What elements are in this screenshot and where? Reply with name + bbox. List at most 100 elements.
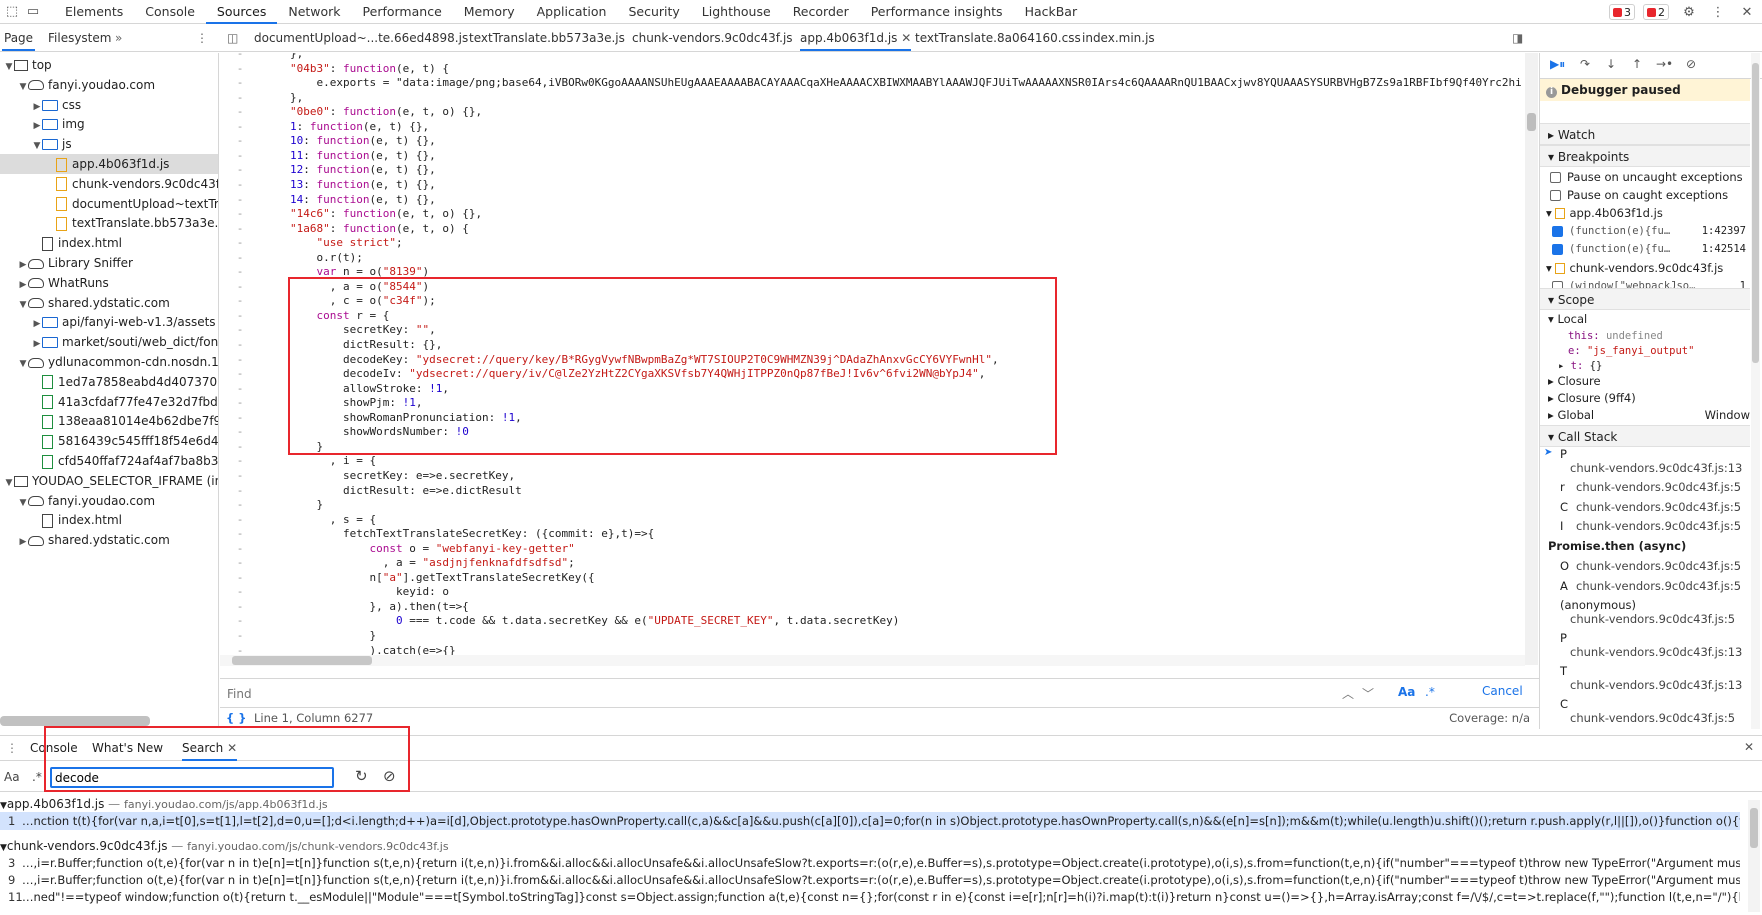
code-line[interactable]: - allowStroke: !1,	[220, 382, 1520, 397]
find-regex-button[interactable]: .*	[1425, 685, 1435, 699]
editor-file-tab[interactable]: textTranslate.8a064160.css	[915, 25, 1081, 51]
code-line[interactable]: - }	[220, 498, 1520, 513]
code-line[interactable]: - secretKey: "",	[220, 323, 1520, 338]
code-line[interactable]: - const r = {	[220, 309, 1520, 324]
line-gutter[interactable]: -	[220, 585, 260, 600]
expanded-arrow-icon[interactable]: ▼	[18, 493, 28, 511]
code-line[interactable]: - var n = o("8139")	[220, 265, 1520, 280]
line-gutter[interactable]: -	[220, 265, 260, 280]
pause-caught-checkbox[interactable]	[1550, 190, 1561, 201]
main-tab-security[interactable]: Security	[617, 0, 690, 24]
refresh-search-icon[interactable]: ↻	[355, 767, 368, 785]
line-gutter[interactable]: -	[220, 236, 260, 251]
line-gutter[interactable]: -	[220, 251, 260, 266]
line-gutter[interactable]: -	[220, 382, 260, 397]
main-tab-network[interactable]: Network	[277, 0, 351, 24]
line-gutter[interactable]: -	[220, 629, 260, 644]
tree-item[interactable]: index.html	[0, 510, 218, 530]
close-tab-icon[interactable]: ✕	[897, 31, 911, 45]
line-gutter[interactable]: -	[220, 53, 260, 62]
editor-file-tab[interactable]: index.min.js	[1082, 25, 1155, 51]
expanded-arrow-icon[interactable]: ▼	[18, 77, 28, 95]
tab-filesystem[interactable]: Filesystem	[48, 25, 111, 51]
line-gutter[interactable]: -	[220, 353, 260, 368]
main-tab-hackbar[interactable]: HackBar	[1014, 0, 1089, 24]
close-drawer-icon[interactable]: ✕	[1744, 740, 1754, 754]
code-line[interactable]: - "0be0": function(e, t, o) {},	[220, 105, 1520, 120]
line-gutter[interactable]: -	[220, 178, 260, 193]
inspect-element-icon[interactable]: ⬚	[3, 3, 21, 21]
collapsed-arrow-icon[interactable]: ▶	[18, 255, 28, 273]
tree-item[interactable]: ▼ ydlunacommon-cdn.nosdn.127.n	[0, 352, 218, 372]
code-line[interactable]: - }	[220, 629, 1520, 644]
code-editor[interactable]: -}, - "04b3": function(e, t) {- e.exports …	[220, 53, 1540, 665]
search-input[interactable]	[50, 767, 334, 788]
frame-location[interactable]: chunk-vendors.9c0dc43f.js:13	[1570, 461, 1742, 475]
find-next-icon[interactable]: ﹀	[1362, 685, 1374, 702]
code-line[interactable]: - , a = o("8544")	[220, 280, 1520, 295]
line-gutter[interactable]: -	[220, 193, 260, 208]
code-line[interactable]: - , i = {	[220, 454, 1520, 469]
code-line[interactable]: - 11: function(e, t) {},	[220, 149, 1520, 164]
toggle-debugger-icon[interactable]: ◨	[1512, 25, 1523, 51]
tree-item[interactable]: ▼ YOUDAO_SELECTOR_IFRAME (inc	[0, 471, 218, 491]
find-input[interactable]	[223, 683, 1373, 704]
line-gutter[interactable]: -	[220, 105, 260, 120]
search-result-line[interactable]: 3 …,i=r.Buffer;function o(t,e){for(var n …	[0, 854, 1740, 872]
editor-horizontal-scrollbar[interactable]	[220, 655, 1525, 666]
code-line[interactable]: -},	[220, 53, 1520, 62]
code-line[interactable]: - , s = {	[220, 513, 1520, 528]
more-options-icon[interactable]: ⋮	[1709, 3, 1727, 21]
expanded-arrow-icon[interactable]: ▼	[4, 57, 14, 75]
main-tab-application[interactable]: Application	[526, 0, 618, 24]
code-line[interactable]: - 13: function(e, t) {},	[220, 178, 1520, 193]
code-line[interactable]: - keyid: o	[220, 585, 1520, 600]
line-gutter[interactable]: -	[220, 120, 260, 135]
line-gutter[interactable]: -	[220, 440, 260, 455]
line-gutter[interactable]: -	[220, 338, 260, 353]
line-gutter[interactable]: -	[220, 469, 260, 484]
line-gutter[interactable]: -	[220, 323, 260, 338]
code-line[interactable]: - }	[220, 440, 1520, 455]
code-line[interactable]: - 10: function(e, t) {},	[220, 134, 1520, 149]
tree-item[interactable]: ▼ top	[0, 55, 218, 75]
tree-item[interactable]: 5816439c545fff18f54e6d4e61c	[0, 431, 218, 451]
search-regex-button[interactable]: .*	[32, 770, 42, 784]
tree-item[interactable]: 138eaa81014e4b62dbe7f9dae	[0, 411, 218, 431]
find-match-case-button[interactable]: Aa	[1398, 685, 1415, 699]
frame-location[interactable]: chunk-vendors.9c0dc43f.js:5	[1576, 480, 1741, 494]
pause-uncaught-option[interactable]: Pause on uncaught exceptions	[1540, 168, 1750, 186]
pause-caught-option[interactable]: Pause on caught exceptions	[1540, 186, 1750, 204]
line-gutter[interactable]: -	[220, 62, 260, 77]
tree-item[interactable]: ▶ WhatRuns	[0, 273, 218, 293]
collapsed-arrow-icon[interactable]: ▶	[32, 97, 42, 115]
main-tab-sources[interactable]: Sources	[205, 0, 278, 24]
tree-item[interactable]: 1ed7a7858eabd4d407370a83c	[0, 372, 218, 392]
search-results-scrollbar[interactable]	[1748, 800, 1760, 912]
editor-file-tab[interactable]: documentUpload~...te.66ed4898.js	[254, 25, 468, 51]
tree-item[interactable]: ▶ shared.ydstatic.com	[0, 530, 218, 550]
code-line[interactable]: - , c = o("c34f");	[220, 294, 1520, 309]
drawer-tab-search[interactable]: Search ✕	[182, 736, 238, 761]
close-search-tab-icon[interactable]: ✕	[227, 741, 237, 755]
breakpoint-file[interactable]: ▾ chunk-vendors.9c0dc43f.js	[1540, 259, 1750, 277]
drawer-tab-console[interactable]: Console	[30, 741, 78, 755]
code-line[interactable]: - }, a).then(t=>{	[220, 600, 1520, 615]
tree-item[interactable]: index.html	[0, 233, 218, 253]
tree-item[interactable]: ▼ shared.ydstatic.com	[0, 293, 218, 313]
breakpoint-checkbox[interactable]	[1552, 243, 1563, 255]
tree-item[interactable]: cfd540ffaf724af4af7ba8b3a79	[0, 451, 218, 471]
code-line[interactable]: - decodeIv: "ydsecret://query/iv/C@lZe2Y…	[220, 367, 1520, 382]
tree-item[interactable]: ▶ Library Sniffer	[0, 253, 218, 273]
tree-item[interactable]: app.4b063f1d.js	[0, 154, 218, 174]
editor-file-tab[interactable]: textTranslate.bb573a3e.js	[469, 25, 625, 51]
expanded-arrow-icon[interactable]: ▼	[18, 354, 28, 372]
line-gutter[interactable]: -	[220, 396, 260, 411]
pause-uncaught-checkbox[interactable]	[1550, 172, 1561, 183]
debugger-scrollbar[interactable]	[1751, 53, 1760, 729]
search-result-file[interactable]: ▼app.4b063f1d.js — fanyi.youdao.com/js/a…	[0, 795, 328, 813]
code-line[interactable]: - "14c6": function(e, t, o) {},	[220, 207, 1520, 222]
frame-location[interactable]: chunk-vendors.9c0dc43f.js:5	[1576, 559, 1741, 573]
code-line[interactable]: - "04b3": function(e, t) {	[220, 62, 1520, 77]
device-toolbar-icon[interactable]: ▭	[24, 3, 42, 21]
